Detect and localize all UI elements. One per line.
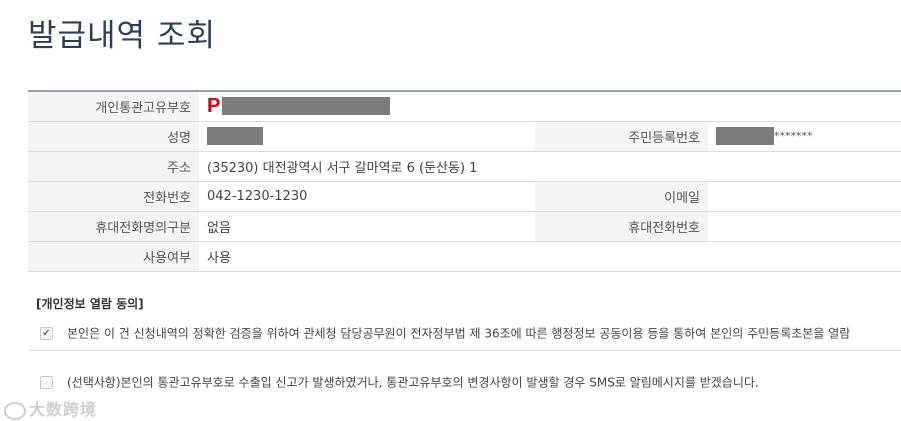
- table-row: 개인통관고유부호 P: [28, 91, 901, 122]
- usage-label: 사용여부: [28, 241, 199, 272]
- consent-checkbox-sms[interactable]: [40, 376, 53, 389]
- phone-label: 전화번호: [28, 181, 199, 212]
- name-label: 성명: [28, 121, 199, 152]
- table-row: 사용여부 사용: [28, 241, 901, 272]
- mobile-owner-label: 휴대전화명의구분: [28, 211, 199, 242]
- mobile-value: [708, 211, 901, 242]
- email-label: 이메일: [535, 181, 708, 212]
- customs-id-prefix: P: [207, 94, 221, 117]
- redacted-block: [207, 127, 263, 145]
- table-row: 주소 (35230) 대전광역시 서구 갈마역로 6 (둔산동) 1: [28, 151, 901, 182]
- consent-section-title: [개인정보 열람 동의]: [36, 297, 144, 311]
- email-value: [708, 181, 901, 212]
- customs-id-value: P: [199, 91, 901, 122]
- address-value: (35230) 대전광역시 서구 갈마역로 6 (둔산동) 1: [199, 151, 901, 182]
- table-row: 성명 주민등록번호 *******: [28, 121, 901, 152]
- consent-text-sms: (선택사항)본인의 통관고유부호로 수출입 신고가 발생하였거나, 통관고유부호…: [67, 375, 759, 390]
- address-label: 주소: [28, 151, 199, 182]
- table-row: 전화번호 042-1230-1230 이메일: [28, 181, 901, 212]
- issuance-info-table: 개인통관고유부호 P 성명 주민등록번호 ******* 주소 (35230) …: [28, 90, 901, 272]
- page-title: 발급내역 조회: [28, 18, 216, 54]
- name-value: [199, 121, 535, 152]
- rrn-label: 주민등록번호: [535, 121, 708, 152]
- consent-item-sms: (선택사항)본인의 통관고유부호로 수출입 신고가 발생하였거나, 통관고유부호…: [28, 368, 901, 396]
- table-row: 휴대전화명의구분 없음 휴대전화번호: [28, 211, 901, 242]
- phone-value: 042-1230-1230: [199, 181, 535, 212]
- watermark-text: 大数跨境: [29, 400, 98, 419]
- mobile-owner-value: 없음: [199, 211, 535, 242]
- watermark-logo-icon: [4, 401, 26, 420]
- consent-item-records: ✔ 본인은 이 건 신청내역의 정확한 검증을 위하여 관세청 담당공무원이 전자…: [28, 316, 901, 351]
- usage-value: 사용: [199, 241, 901, 272]
- consent-text-records: 본인은 이 건 신청내역의 정확한 검증을 위하여 관세청 담당공무원이 전자정…: [67, 326, 851, 341]
- redacted-block: [222, 97, 391, 116]
- customs-id-label: 개인통관고유부호: [28, 91, 199, 122]
- rrn-value: *******: [708, 121, 901, 152]
- rrn-masked: *******: [774, 129, 813, 143]
- watermark: 大数跨境: [4, 396, 97, 420]
- mobile-label: 휴대전화번호: [535, 211, 708, 242]
- consent-checkbox-records[interactable]: ✔: [40, 327, 53, 340]
- redacted-block: [716, 127, 774, 145]
